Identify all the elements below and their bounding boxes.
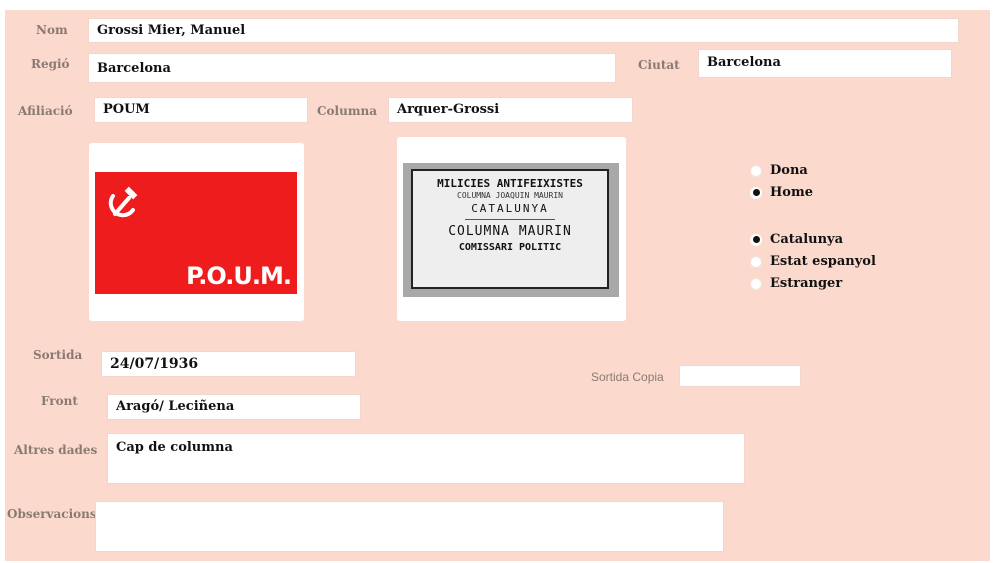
stamp-line-2: COLUMNA JOAQUIN MAURIN	[457, 191, 563, 200]
afiliacio-label: Afiliació	[18, 104, 73, 118]
poum-flag-text: P.O.U.M.	[186, 262, 292, 290]
stamp-divider	[465, 219, 555, 220]
radio-estranger[interactable]	[750, 277, 762, 290]
observacions-label: Observacions	[7, 507, 97, 521]
stamp-line-4: COLUMNA MAURIN	[448, 224, 572, 239]
afiliacio-field[interactable]: POUM	[94, 97, 308, 123]
gender-option-home[interactable]: Home	[750, 185, 813, 200]
record-form: Nom Grossi Mier, Manuel Regió Barcelona …	[5, 10, 990, 561]
stamp-line-5: COMISSARI POLITIC	[458, 242, 562, 253]
regio-field[interactable]: Barcelona	[88, 53, 616, 83]
hammer-sickle-icon	[108, 186, 138, 218]
nom-field[interactable]: Grossi Mier, Manuel	[88, 18, 959, 43]
nom-label: Nom	[36, 23, 68, 37]
sortida-copia-field[interactable]	[679, 365, 801, 387]
observacions-field[interactable]	[95, 501, 724, 552]
front-field[interactable]: Aragó/ Leciñena	[107, 394, 361, 420]
columna-field[interactable]: Arquer-Grossi	[388, 97, 633, 123]
columna-label: Columna	[317, 104, 378, 118]
regio-label: Regió	[31, 57, 70, 71]
origin-option-estranger[interactable]: Estranger	[750, 276, 842, 291]
affiliation-image-frame: P.O.U.M.	[89, 143, 304, 321]
radio-dona[interactable]	[750, 164, 762, 177]
origin-option-estat-espanyol[interactable]: Estat espanyol	[750, 254, 876, 269]
radio-estat-espanyol-label: Estat espanyol	[770, 254, 876, 269]
radio-catalunya-label: Catalunya	[770, 232, 844, 247]
column-image-frame: MILICIES ANTIFEIXISTES COLUMNA JOAQUIN M…	[397, 137, 626, 321]
ciutat-field[interactable]: Barcelona	[698, 49, 952, 78]
stamp-line-3: CATALUNYA	[471, 202, 549, 215]
stamp-inner: MILICIES ANTIFEIXISTES COLUMNA JOAQUIN M…	[411, 169, 609, 289]
radio-catalunya[interactable]	[750, 233, 762, 246]
gender-option-dona[interactable]: Dona	[750, 163, 808, 178]
column-stamp-image: MILICIES ANTIFEIXISTES COLUMNA JOAQUIN M…	[403, 163, 619, 297]
radio-home[interactable]	[750, 186, 762, 199]
origin-option-catalunya[interactable]: Catalunya	[750, 232, 843, 247]
sortida-field[interactable]: 24/07/1936	[101, 351, 356, 377]
ciutat-label: Ciutat	[638, 58, 680, 72]
poum-flag-image: P.O.U.M.	[95, 172, 297, 294]
radio-home-label: Home	[770, 185, 813, 200]
altres-dades-field[interactable]: Cap de columna	[107, 433, 745, 484]
radio-estat-espanyol[interactable]	[750, 255, 762, 268]
radio-dona-label: Dona	[770, 163, 808, 178]
sortida-copia-label: Sortida Copia	[591, 370, 664, 384]
stamp-line-1: MILICIES ANTIFEIXISTES	[437, 177, 583, 190]
front-label: Front	[41, 394, 78, 408]
altres-dades-label: Altres dades	[14, 443, 98, 457]
radio-estranger-label: Estranger	[770, 276, 843, 291]
sortida-label: Sortida	[33, 348, 83, 362]
